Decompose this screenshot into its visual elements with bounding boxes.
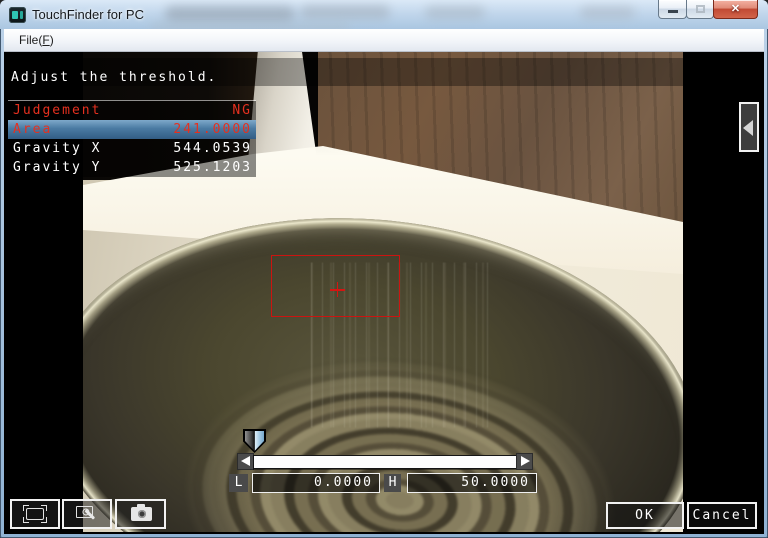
minimize-button[interactable]	[658, 0, 687, 19]
chevron-left-icon	[743, 120, 753, 136]
row-value: 241.0000	[173, 120, 256, 139]
camera-icon	[131, 507, 152, 521]
glass-blur-decoration	[150, 22, 350, 29]
measurement-table: Judgement NG Area 241.0000 Gravity X 544…	[8, 100, 256, 177]
arrow-right-icon	[521, 456, 530, 466]
glass-blur-decoration	[425, 6, 485, 19]
threshold-slider-track[interactable]	[253, 455, 517, 469]
glass-blur-decoration	[580, 6, 635, 19]
row-value: 525.1203	[173, 158, 256, 177]
display-adjust-button[interactable]	[62, 499, 112, 529]
low-threshold-field[interactable]: 0.0000	[252, 473, 380, 493]
menu-bar: File(F)	[4, 29, 764, 52]
app-window: TouchFinder for PC ✕ File(F)	[0, 0, 768, 538]
low-threshold-label: L	[229, 474, 248, 492]
slider-increment-button[interactable]	[516, 453, 533, 470]
menu-file-accelerator: F	[42, 33, 49, 47]
menu-item-file[interactable]: File(F)	[12, 31, 61, 49]
arrow-left-icon	[241, 456, 250, 466]
fit-display-icon	[23, 505, 47, 523]
cancel-button[interactable]: Cancel	[687, 502, 757, 529]
fit-display-button[interactable]	[10, 499, 60, 529]
adjust-tool-icon	[76, 506, 98, 522]
close-button[interactable]: ✕	[713, 0, 758, 19]
expand-panel-button[interactable]	[739, 102, 759, 152]
glass-blur-decoration	[165, 6, 295, 22]
close-icon: ✕	[714, 2, 757, 15]
message-band: Adjust the threshold.	[4, 58, 764, 86]
minimize-icon	[668, 10, 678, 13]
row-label: Judgement	[8, 101, 232, 120]
row-label: Area	[8, 120, 173, 139]
table-row-area[interactable]: Area 241.0000	[8, 120, 256, 139]
table-row-judgement[interactable]: Judgement NG	[8, 101, 256, 120]
roi-crosshair	[337, 282, 339, 297]
roi-rectangle[interactable]	[271, 255, 400, 317]
high-threshold-field[interactable]: 50.0000	[407, 473, 537, 493]
instruction-message: Adjust the threshold.	[11, 70, 217, 85]
menu-file-text: )	[50, 33, 54, 47]
app-icon	[9, 7, 26, 23]
ok-button[interactable]: OK	[606, 502, 684, 529]
menu-file-text: File(	[19, 33, 42, 47]
table-row-gravity-x[interactable]: Gravity X 544.0539	[8, 139, 256, 158]
row-label: Gravity Y	[8, 158, 173, 177]
slider-decrement-button[interactable]	[237, 453, 254, 470]
glass-blur-decoration	[300, 5, 390, 19]
high-threshold-label: H	[384, 474, 401, 492]
window-title: TouchFinder for PC	[32, 7, 144, 22]
maximize-icon	[696, 5, 705, 13]
table-row-gravity-y[interactable]: Gravity Y 525.1203	[8, 158, 256, 177]
client-area: Adjust the threshold. Judgement NG Area …	[4, 52, 764, 534]
row-value: 544.0539	[173, 139, 256, 158]
maximize-button[interactable]	[686, 0, 714, 19]
title-bar[interactable]: TouchFinder for PC ✕	[0, 0, 768, 29]
capture-button[interactable]	[115, 499, 166, 529]
row-value: NG	[232, 101, 256, 120]
row-label: Gravity X	[8, 139, 173, 158]
